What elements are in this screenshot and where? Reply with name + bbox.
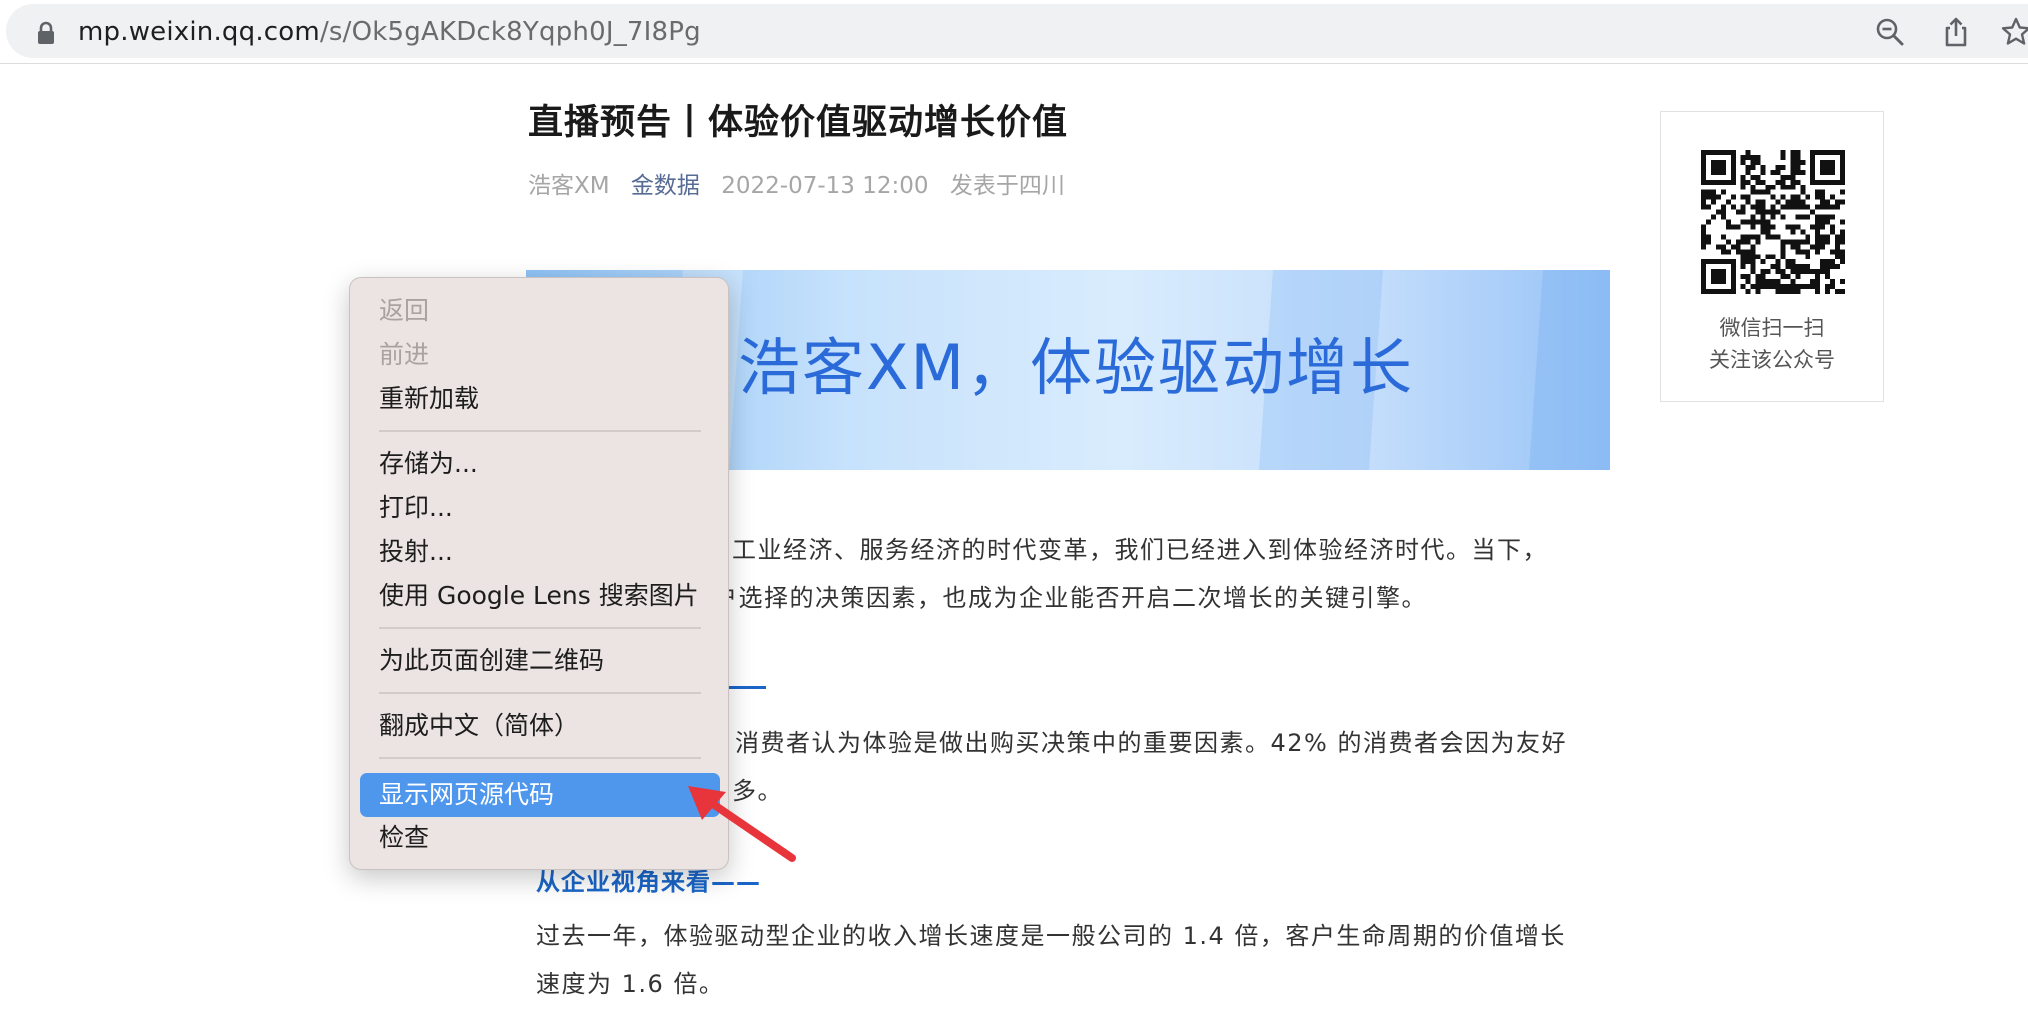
menu-item-google-lens[interactable]: 使用 Google Lens 搜索图片 (379, 579, 699, 613)
lock-icon (38, 21, 54, 44)
qr-code-card: 微信扫一扫 关注该公众号 (1660, 111, 1884, 402)
qr-caption-line-1: 微信扫一扫 (1719, 316, 1825, 340)
publish-location: 发表于四川 (949, 173, 1065, 199)
qr-modules (1701, 150, 1845, 294)
menu-separator (379, 757, 701, 759)
article-author: 浩客XM (528, 173, 610, 199)
paragraph-3-line-1: 过去一年，体验驱动型企业的收入增长速度是一般公司的 1.4 倍，客户生命周期的价… (536, 922, 1566, 950)
url-path: /s/Ok5gAKDck8Yqph0J_7I8Pg (319, 17, 701, 47)
paragraph-2-line-1: 消费者认为体验是做出购买决策中的重要因素。42% 的消费者会因为友好 (735, 729, 1567, 757)
menu-item-print[interactable]: 打印... (379, 491, 453, 525)
menu-separator (379, 627, 701, 629)
menu-item-create-qr-code[interactable]: 为此页面创建二维码 (379, 644, 604, 678)
menu-item-forward[interactable]: 前进 (379, 338, 429, 372)
paragraph-3-line-2: 速度为 1.6 倍。 (536, 970, 725, 998)
menu-separator (379, 430, 701, 432)
publish-datetime: 2022-07-13 12:00 (721, 173, 929, 199)
article-title: 直播预告丨体验价值驱动增长价值 (528, 103, 1069, 143)
menu-item-save-as[interactable]: 存储为... (379, 447, 478, 481)
paragraph-1-line-2: 户选择的决策因素，也成为企业能否开启二次增长的关键引擎。 (713, 584, 1427, 612)
url-text[interactable]: mp.weixin.qq.com/s/Ok5gAKDck8Yqph0J_7I8P… (78, 16, 701, 48)
menu-item-reload[interactable]: 重新加载 (379, 382, 479, 416)
account-link[interactable]: 金数据 (631, 173, 700, 199)
address-bar[interactable]: mp.weixin.qq.com/s/Ok5gAKDck8Yqph0J_7I8P… (6, 4, 2028, 58)
context-menu: 返回 前进 重新加载 存储为... 打印... 投射... 使用 Google … (349, 277, 729, 870)
banner-headline: 浩客XM，体验驱动增长 (738, 331, 1414, 404)
browser-toolbar: mp.weixin.qq.com/s/Ok5gAKDck8Yqph0J_7I8P… (0, 0, 2028, 64)
menu-item-translate[interactable]: 翻成中文（简体） (379, 709, 579, 743)
menu-item-inspect[interactable]: 检查 (379, 821, 429, 855)
menu-item-view-source-label: 显示网页源代码 (379, 780, 555, 809)
paragraph-1-line-1: 工业经济、服务经济的时代变革，我们已经进入到体验经济时代。当下， (732, 536, 1548, 564)
menu-item-cast[interactable]: 投射... (379, 535, 453, 569)
menu-item-view-source[interactable]: 显示网页源代码 (360, 773, 720, 817)
menu-separator (379, 692, 701, 694)
article-meta: 浩客XM 金数据 2022-07-13 12:00 发表于四川 (528, 170, 1079, 202)
qr-code-image (1701, 150, 1845, 294)
share-icon[interactable] (1940, 16, 1972, 48)
menu-item-back[interactable]: 返回 (379, 294, 429, 328)
red-arrow-icon (688, 786, 796, 862)
bookmark-star-icon[interactable] (2000, 16, 2028, 48)
url-host: mp.weixin.qq.com (78, 17, 320, 47)
qr-caption-line-2: 关注该公众号 (1709, 348, 1835, 372)
section-2-heading: 从企业视角来看—— (536, 868, 761, 896)
zoom-out-icon[interactable] (1874, 16, 1906, 48)
